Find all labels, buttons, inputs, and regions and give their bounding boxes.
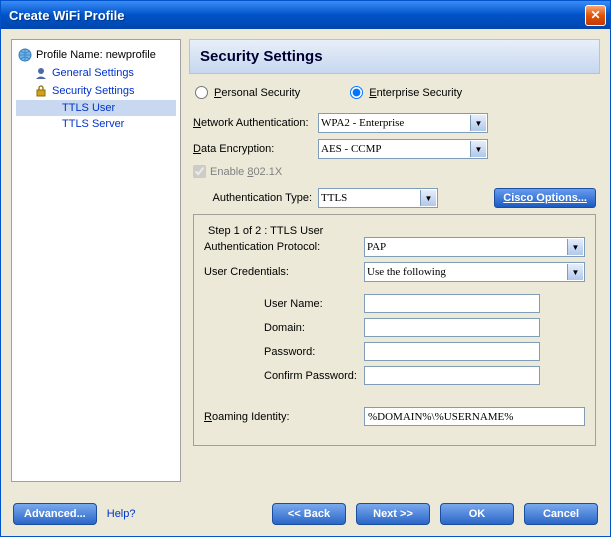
- personal-radio-input[interactable]: [195, 86, 208, 99]
- confirm-password-row: Confirm Password:: [204, 366, 585, 385]
- auth-protocol-select[interactable]: PAP ▼: [364, 237, 585, 257]
- enable-8021x-row: Enable 802.1X: [193, 165, 596, 178]
- roaming-identity-row: Roaming Identity:: [204, 407, 585, 426]
- data-encryption-row: Data Encryption: AES - CCMP ▼: [193, 139, 596, 159]
- close-icon: ✕: [590, 8, 600, 22]
- chevron-down-icon: ▼: [470, 115, 486, 131]
- auth-protocol-row: Authentication Protocol: PAP ▼: [204, 237, 585, 257]
- tree-general-label[interactable]: General Settings: [52, 67, 134, 79]
- enable-8021x-checkbox: [193, 165, 206, 178]
- password-label: Password:: [204, 346, 364, 358]
- network-auth-value: WPA2 - Enterprise: [321, 117, 404, 129]
- domain-input[interactable]: [364, 318, 540, 337]
- cisco-options-button[interactable]: Cisco Options...: [494, 188, 596, 208]
- username-label: User Name:: [204, 298, 364, 310]
- body: Profile Name: newprofile General Setting…: [1, 29, 610, 492]
- user-credentials-select[interactable]: Use the following ▼: [364, 262, 585, 282]
- enterprise-radio-input[interactable]: [350, 86, 363, 99]
- ttls-user-fieldset: Step 1 of 2 : TTLS User Authentication P…: [193, 214, 596, 446]
- window: Create WiFi Profile ✕ Profile Name: newp…: [0, 0, 611, 537]
- password-row: Password:: [204, 342, 585, 361]
- auth-type-select[interactable]: TTLS ▼: [318, 188, 438, 208]
- username-row: User Name:: [204, 294, 585, 313]
- username-input[interactable]: [364, 294, 540, 313]
- nav-tree: Profile Name: newprofile General Setting…: [11, 39, 181, 482]
- confirm-password-label: Confirm Password:: [204, 370, 364, 382]
- roaming-identity-label: Roaming Identity:: [204, 411, 364, 423]
- next-button[interactable]: Next >>: [356, 503, 430, 525]
- page-title: Security Settings: [189, 39, 600, 74]
- chevron-down-icon: ▼: [420, 190, 436, 206]
- help-link[interactable]: Help?: [107, 508, 136, 520]
- globe-icon: [18, 48, 32, 62]
- tree-ttls-user-label[interactable]: TTLS User: [62, 102, 115, 114]
- domain-row: Domain:: [204, 318, 585, 337]
- data-encryption-select[interactable]: AES - CCMP ▼: [318, 139, 488, 159]
- lock-icon: [34, 84, 48, 98]
- tree-ttls-server-label[interactable]: TTLS Server: [62, 118, 124, 130]
- fieldset-legend: Step 1 of 2 : TTLS User: [204, 225, 327, 237]
- tree-security-settings[interactable]: Security Settings: [16, 82, 176, 100]
- user-credentials-label: User Credentials:: [204, 266, 364, 278]
- user-credentials-value: Use the following: [367, 266, 446, 278]
- auth-type-value: TTLS: [321, 192, 347, 204]
- auth-type-label: Authentication Type:: [193, 192, 318, 204]
- user-icon: [34, 66, 48, 80]
- auth-protocol-value: PAP: [367, 241, 386, 253]
- domain-label: Domain:: [204, 322, 364, 334]
- enable-8021x-label: Enable 802.1X: [210, 166, 282, 178]
- personal-security-radio[interactable]: Personal Security: [195, 86, 300, 99]
- chevron-down-icon: ▼: [567, 264, 583, 280]
- tree-root-label: Profile Name: newprofile: [36, 49, 156, 61]
- tree-root[interactable]: Profile Name: newprofile: [16, 46, 176, 64]
- confirm-password-input[interactable]: [364, 366, 540, 385]
- main-panel: Security Settings Personal Security Ente…: [189, 39, 600, 482]
- close-button[interactable]: ✕: [585, 5, 606, 26]
- password-input[interactable]: [364, 342, 540, 361]
- back-button[interactable]: << Back: [272, 503, 346, 525]
- user-credentials-row: User Credentials: Use the following ▼: [204, 262, 585, 282]
- chevron-down-icon: ▼: [470, 141, 486, 157]
- tree-ttls-user[interactable]: TTLS User: [16, 100, 176, 116]
- footer: Advanced... Help? << Back Next >> OK Can…: [1, 492, 610, 536]
- network-auth-label: Network Authentication:: [193, 117, 318, 129]
- tree-general-settings[interactable]: General Settings: [16, 64, 176, 82]
- window-title: Create WiFi Profile: [5, 8, 585, 23]
- titlebar: Create WiFi Profile ✕: [1, 1, 610, 29]
- auth-type-row: Authentication Type: TTLS ▼ Cisco Option…: [193, 188, 596, 208]
- data-encryption-value: AES - CCMP: [321, 143, 382, 155]
- enterprise-security-radio[interactable]: Enterprise Security: [350, 86, 462, 99]
- cancel-button[interactable]: Cancel: [524, 503, 598, 525]
- auth-protocol-label: Authentication Protocol:: [204, 241, 364, 253]
- network-auth-select[interactable]: WPA2 - Enterprise ▼: [318, 113, 488, 133]
- roaming-identity-input[interactable]: [364, 407, 585, 426]
- tree-ttls-server[interactable]: TTLS Server: [16, 116, 176, 132]
- advanced-button[interactable]: Advanced...: [13, 503, 97, 525]
- network-auth-row: Network Authentication: WPA2 - Enterpris…: [193, 113, 596, 133]
- data-encryption-label: Data Encryption:: [193, 143, 318, 155]
- security-mode-row: Personal Security Enterprise Security: [193, 86, 596, 99]
- form-body: Personal Security Enterprise Security Ne…: [189, 86, 600, 446]
- tree-security-label[interactable]: Security Settings: [52, 85, 135, 97]
- chevron-down-icon: ▼: [567, 239, 583, 255]
- ok-button[interactable]: OK: [440, 503, 514, 525]
